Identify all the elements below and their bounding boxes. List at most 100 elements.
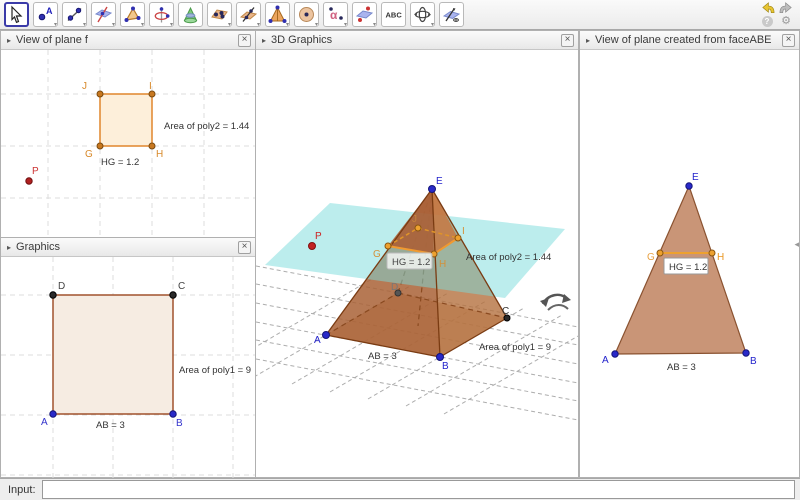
close-panel-button[interactable]: × xyxy=(238,34,251,47)
tool-angle[interactable]: α ▾ xyxy=(323,2,348,27)
geogebra-window: A ▾ ▾ ▾ ▾ xyxy=(0,0,800,500)
line-icon xyxy=(65,5,84,24)
point-B[interactable] xyxy=(437,354,444,361)
graphics-canvas[interactable]: D C A B AB = 3 Area of poly1 = 9 xyxy=(1,257,255,478)
tool-perpendicular-plane[interactable]: ▾ xyxy=(236,2,261,27)
polygon-icon xyxy=(123,5,142,24)
close-panel-button[interactable]: × xyxy=(782,34,795,47)
panel-title: View of plane created from faceABE xyxy=(595,34,772,46)
tool-view-in-front-of[interactable] xyxy=(439,2,464,27)
dropdown-caret: ▾ xyxy=(54,22,57,28)
undo-icon xyxy=(760,1,775,14)
dropdown-caret: ▾ xyxy=(344,22,347,28)
hg-measure-label: HG = 1.2 xyxy=(101,157,139,168)
point-G[interactable] xyxy=(657,250,663,256)
collapse-arrow-icon[interactable]: ▸ xyxy=(7,36,11,45)
point-A[interactable] xyxy=(323,332,330,339)
ab-measure-label: AB = 3 xyxy=(96,420,125,431)
settings-button[interactable]: ⚙ xyxy=(778,15,794,28)
dropdown-caret: ▾ xyxy=(257,22,260,28)
plane-f-canvas[interactable]: JI GH HG = 1.2 Area of poly2 = 1.44 P xyxy=(1,50,255,238)
point-J xyxy=(415,225,421,231)
tool-point[interactable]: A ▾ xyxy=(33,2,58,27)
collapse-arrow-icon[interactable]: ▸ xyxy=(262,36,266,45)
area-poly2-label: Area of poly2 = 1.44 xyxy=(466,252,551,263)
tool-text[interactable]: ABC xyxy=(381,2,406,27)
tool-sphere[interactable]: ▾ xyxy=(294,2,319,27)
point-A[interactable] xyxy=(612,351,618,357)
collapse-arrow-icon[interactable]: ▸ xyxy=(586,36,590,45)
point-C[interactable] xyxy=(170,292,176,298)
reflect-icon xyxy=(355,5,374,24)
point-P[interactable] xyxy=(26,178,32,184)
svg-text:D: D xyxy=(58,281,65,292)
tool-pyramid[interactable]: ▾ xyxy=(265,2,290,27)
tool-polygon[interactable]: ▾ xyxy=(120,2,145,27)
panel-splitter-arrow[interactable]: ◂ xyxy=(794,239,799,250)
rotate-view-icon xyxy=(413,5,432,24)
point-E[interactable] xyxy=(429,186,436,193)
point-A[interactable] xyxy=(50,411,56,417)
panel-title: 3D Graphics xyxy=(271,34,332,46)
point-P[interactable] xyxy=(309,243,316,250)
close-panel-button[interactable]: × xyxy=(238,241,251,254)
dropdown-caret: ▾ xyxy=(431,22,434,28)
tool-rotate-3d-view[interactable]: ▾ xyxy=(410,2,435,27)
poly2-square[interactable] xyxy=(100,94,152,146)
tool-reflect-about-plane[interactable]: ▾ xyxy=(352,2,377,27)
move-icon xyxy=(7,5,26,24)
point-D[interactable] xyxy=(50,292,56,298)
svg-text:P: P xyxy=(315,231,322,242)
svg-text:J: J xyxy=(82,81,87,92)
algebra-input-field[interactable] xyxy=(42,480,795,499)
panel-titlebar[interactable]: ▸ View of plane f × xyxy=(1,31,255,50)
point-B[interactable] xyxy=(170,411,176,417)
tool-intersect-surfaces[interactable] xyxy=(178,2,203,27)
ab-measure-label: AB = 3 xyxy=(368,351,397,362)
svg-text:A: A xyxy=(41,417,48,428)
dropdown-caret: ▾ xyxy=(373,22,376,28)
angle-icon: α xyxy=(326,5,345,24)
svg-text:E: E xyxy=(692,172,699,183)
cone-section-icon xyxy=(181,5,200,24)
svg-text:A: A xyxy=(314,335,321,346)
svg-text:E: E xyxy=(436,176,443,187)
help-button[interactable]: ? xyxy=(759,15,775,28)
point-E[interactable] xyxy=(686,183,692,189)
svg-text:H: H xyxy=(717,252,724,263)
toolbar-right-cluster: ? ⚙ xyxy=(759,1,794,28)
poly1-square[interactable] xyxy=(53,295,173,414)
perpendicular-plane-icon xyxy=(239,5,258,24)
help-icon: ? xyxy=(762,16,773,27)
tool-intersecting-plane[interactable]: ▾ xyxy=(91,2,116,27)
hg-measure-label: HG = 1.2 xyxy=(669,262,707,273)
svg-text:C: C xyxy=(178,281,185,292)
tool-plane-through-points[interactable]: ▾ xyxy=(207,2,232,27)
graphics3d-canvas[interactable]: E A B C D P G H I J HG = 1.2 Area of pol… xyxy=(256,50,578,478)
area-poly1-label: Area of poly1 = 9 xyxy=(479,342,551,353)
collapse-arrow-icon[interactable]: ▸ xyxy=(7,243,11,252)
undo-button[interactable] xyxy=(759,1,775,14)
close-panel-button[interactable]: × xyxy=(561,34,574,47)
point-H xyxy=(149,143,155,149)
point-G xyxy=(97,143,103,149)
view-plane-icon xyxy=(442,5,461,24)
tool-line[interactable]: ▾ xyxy=(62,2,87,27)
point-J xyxy=(97,91,103,97)
panel-titlebar[interactable]: ▸ View of plane created from faceABE × xyxy=(580,31,799,50)
tool-circle-with-axis[interactable]: ▾ xyxy=(149,2,174,27)
point-H[interactable] xyxy=(709,250,715,256)
tool-move[interactable] xyxy=(4,2,29,27)
panel-titlebar[interactable]: ▸ Graphics × xyxy=(1,238,255,257)
panel-title: Graphics xyxy=(16,241,60,253)
svg-text:C: C xyxy=(502,306,509,317)
dropdown-caret: ▾ xyxy=(112,22,115,28)
redo-button[interactable] xyxy=(778,1,794,14)
face-abe-canvas[interactable]: E A B G H HG = 1.2 AB = 3 xyxy=(580,50,799,478)
panel-face-abe: ▸ View of plane created from faceABE × E… xyxy=(579,30,800,478)
panel-titlebar[interactable]: ▸ 3D Graphics × xyxy=(256,31,578,50)
pyramid-icon xyxy=(268,5,287,24)
svg-text:G: G xyxy=(647,252,655,263)
point-B[interactable] xyxy=(743,350,749,356)
area-poly1-label: Area of poly1 = 9 xyxy=(179,365,251,376)
